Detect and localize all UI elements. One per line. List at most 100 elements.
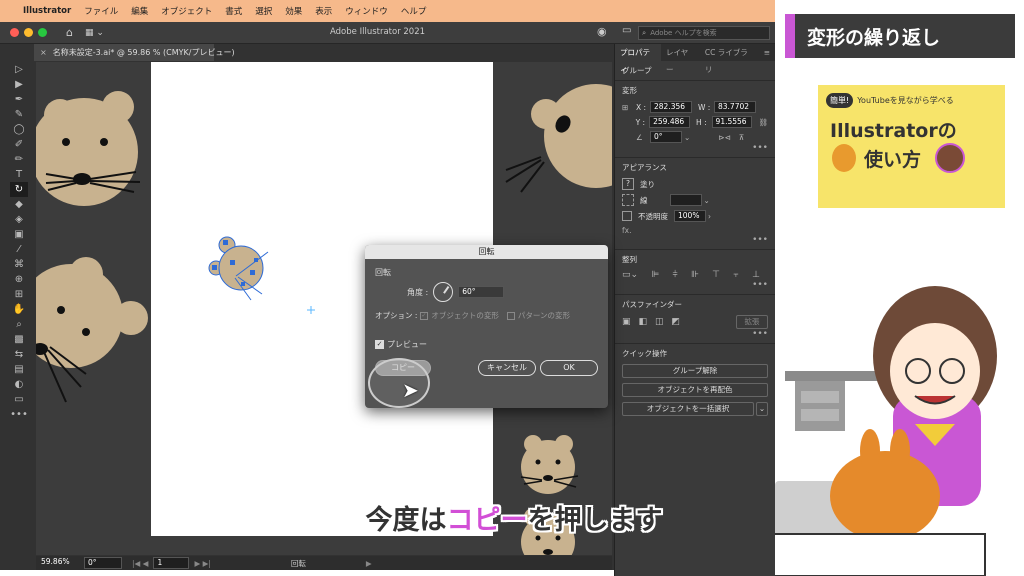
- tab-cc-libraries[interactable]: CC ライブラリ: [700, 44, 759, 74]
- pathfinder-more-icon[interactable]: •••: [622, 329, 768, 339]
- pen-tool-icon[interactable]: ✒: [10, 92, 28, 107]
- menu-file[interactable]: ファイル: [84, 5, 118, 17]
- arrange-documents-icon[interactable]: ▭: [622, 25, 631, 36]
- h-field[interactable]: 91.5556: [711, 116, 753, 128]
- stroke-weight-field[interactable]: [669, 194, 702, 206]
- align-hcenter-icon[interactable]: ⫩: [673, 270, 678, 280]
- stroke-swatch-icon[interactable]: [622, 194, 634, 206]
- fill-stroke-swatch-icon[interactable]: ▩: [10, 332, 28, 347]
- artboard-tool-icon[interactable]: ⊞: [10, 287, 28, 302]
- menu-type[interactable]: 書式: [225, 5, 242, 17]
- angle-field[interactable]: 0°: [650, 131, 682, 143]
- transform-objects-checkbox[interactable]: ✓: [420, 311, 429, 320]
- align-more-icon[interactable]: •••: [622, 280, 768, 290]
- rotate-tool-icon[interactable]: ↻: [10, 182, 28, 197]
- eraser-tool-icon[interactable]: ◆: [10, 197, 28, 212]
- y-field[interactable]: 259.486: [649, 116, 691, 128]
- direct-selection-tool-icon[interactable]: ▶: [10, 77, 28, 92]
- minus-front-icon[interactable]: ◧: [639, 317, 648, 327]
- flip-horizontal-icon[interactable]: ⊳⊲: [718, 133, 731, 142]
- artboard-next-icon[interactable]: ▶ ▶|: [194, 559, 210, 568]
- workspace-switcher-icon[interactable]: ▦ ⌄: [85, 28, 104, 38]
- edit-toolbar-icon[interactable]: •••: [10, 407, 28, 422]
- opacity-arrow-icon[interactable]: ›: [708, 212, 711, 221]
- zoom-window-button[interactable]: [38, 28, 47, 37]
- type-tool-icon[interactable]: T: [10, 167, 28, 182]
- screen-mode-icon[interactable]: ▭: [10, 392, 28, 407]
- fx-button[interactable]: fx.: [622, 226, 768, 235]
- zoom-level-field[interactable]: 59.86%: [38, 557, 78, 569]
- panel-menu-icon[interactable]: ≡: [759, 44, 775, 61]
- exclude-icon[interactable]: ◩: [672, 317, 681, 327]
- ok-button[interactable]: OK: [540, 360, 598, 376]
- minimize-window-button[interactable]: [24, 28, 33, 37]
- eyedropper-tool-icon[interactable]: ⁄: [10, 242, 28, 257]
- menu-help[interactable]: ヘルプ: [401, 5, 427, 17]
- w-field[interactable]: 83.7702: [714, 101, 756, 113]
- width-tool-icon[interactable]: ◈: [10, 212, 28, 227]
- x-field[interactable]: 282.356: [650, 101, 692, 113]
- selection-tool-icon[interactable]: ▷: [10, 62, 28, 77]
- angle-input[interactable]: 60°: [458, 286, 505, 298]
- transform-patterns-checkbox[interactable]: [506, 311, 515, 320]
- fill-swatch-icon[interactable]: ?: [622, 178, 634, 190]
- home-icon[interactable]: ⌂: [66, 26, 73, 39]
- align-left-icon[interactable]: ⊫: [651, 270, 659, 280]
- card-title-line2: 使い方: [864, 148, 922, 171]
- ungroup-button[interactable]: グループ解除: [622, 364, 768, 378]
- align-vcenter-icon[interactable]: ⫟: [733, 270, 738, 280]
- share-icon[interactable]: ◉: [597, 25, 607, 38]
- shape-builder-tool-icon[interactable]: ⊕: [10, 272, 28, 287]
- artboard-prev-icon[interactable]: |◀ ◀: [132, 559, 148, 568]
- select-same-button[interactable]: オブジェクトを一括選択: [622, 402, 754, 416]
- opacity-field[interactable]: 100%: [674, 210, 706, 222]
- draw-mode-icon[interactable]: ◐: [10, 377, 28, 392]
- status-menu-arrow-icon[interactable]: ▶: [366, 559, 372, 568]
- tab-layers[interactable]: レイヤー: [661, 44, 700, 74]
- document-tab[interactable]: × 名称未設定-3.ai* @ 59.86 % (CMYK/プレビュー): [34, 44, 235, 61]
- appearance-more-icon[interactable]: •••: [622, 235, 768, 245]
- artboard-number-field[interactable]: 1: [153, 557, 190, 569]
- align-right-icon[interactable]: ⊪: [691, 270, 699, 280]
- rotation-field[interactable]: 0°: [84, 557, 122, 569]
- preview-checkbox[interactable]: ✓: [375, 340, 384, 349]
- curvature-tool-icon[interactable]: ✎: [10, 107, 28, 122]
- angle-dropdown-icon[interactable]: ⌄: [684, 133, 690, 142]
- menu-window[interactable]: ウィンドウ: [345, 5, 388, 17]
- constrain-proportions-icon[interactable]: ⛓: [758, 118, 768, 127]
- gradient-tool-icon[interactable]: ▣: [10, 227, 28, 242]
- help-search-input[interactable]: ⌕ Adobe ヘルプを検索: [638, 26, 770, 40]
- tab-properties[interactable]: プロパティ: [615, 44, 661, 74]
- stroke-dropdown-icon[interactable]: ⌄: [704, 196, 710, 205]
- menu-view[interactable]: 表示: [315, 5, 332, 17]
- swap-fill-stroke-icon[interactable]: ⇆: [10, 347, 28, 362]
- align-to-icon[interactable]: ▭⌄: [622, 270, 638, 280]
- align-top-icon[interactable]: ⊤: [712, 270, 720, 280]
- close-window-button[interactable]: [10, 28, 19, 37]
- angle-dial-icon[interactable]: [433, 282, 454, 302]
- menu-effect[interactable]: 効果: [285, 5, 302, 17]
- ellipse-tool-icon[interactable]: ◯: [10, 122, 28, 137]
- menu-app-name[interactable]: Illustrator: [23, 6, 71, 16]
- paintbrush-tool-icon[interactable]: ✐: [10, 137, 28, 152]
- expand-button[interactable]: 拡張: [736, 315, 768, 329]
- align-section: 整列 ▭⌄ ⊫ ⫩ ⊪ ⊤ ⫟ ⊥ •••: [615, 250, 775, 295]
- unite-icon[interactable]: ▣: [622, 317, 631, 327]
- align-bottom-icon[interactable]: ⊥: [752, 270, 760, 280]
- cancel-button[interactable]: キャンセル: [478, 360, 536, 376]
- menu-object[interactable]: オブジェクト: [161, 5, 212, 17]
- reference-point-icon[interactable]: ⊞: [622, 103, 636, 112]
- transform-more-icon[interactable]: •••: [622, 143, 768, 153]
- intersect-icon[interactable]: ◫: [655, 317, 664, 327]
- menu-select[interactable]: 選択: [255, 5, 272, 17]
- menu-edit[interactable]: 編集: [131, 5, 148, 17]
- hand-tool-icon[interactable]: ✋: [10, 302, 28, 317]
- pencil-tool-icon[interactable]: ✏: [10, 152, 28, 167]
- select-same-dropdown-icon[interactable]: ⌄: [756, 402, 768, 416]
- color-mode-icon[interactable]: ▤: [10, 362, 28, 377]
- recolor-button[interactable]: オブジェクトを再配色: [622, 383, 768, 397]
- flip-vertical-icon[interactable]: ⊼: [739, 133, 745, 142]
- zoom-tool-icon[interactable]: ⌕: [10, 317, 28, 332]
- blend-tool-icon[interactable]: ⌘: [10, 257, 28, 272]
- close-tab-icon[interactable]: ×: [40, 48, 47, 57]
